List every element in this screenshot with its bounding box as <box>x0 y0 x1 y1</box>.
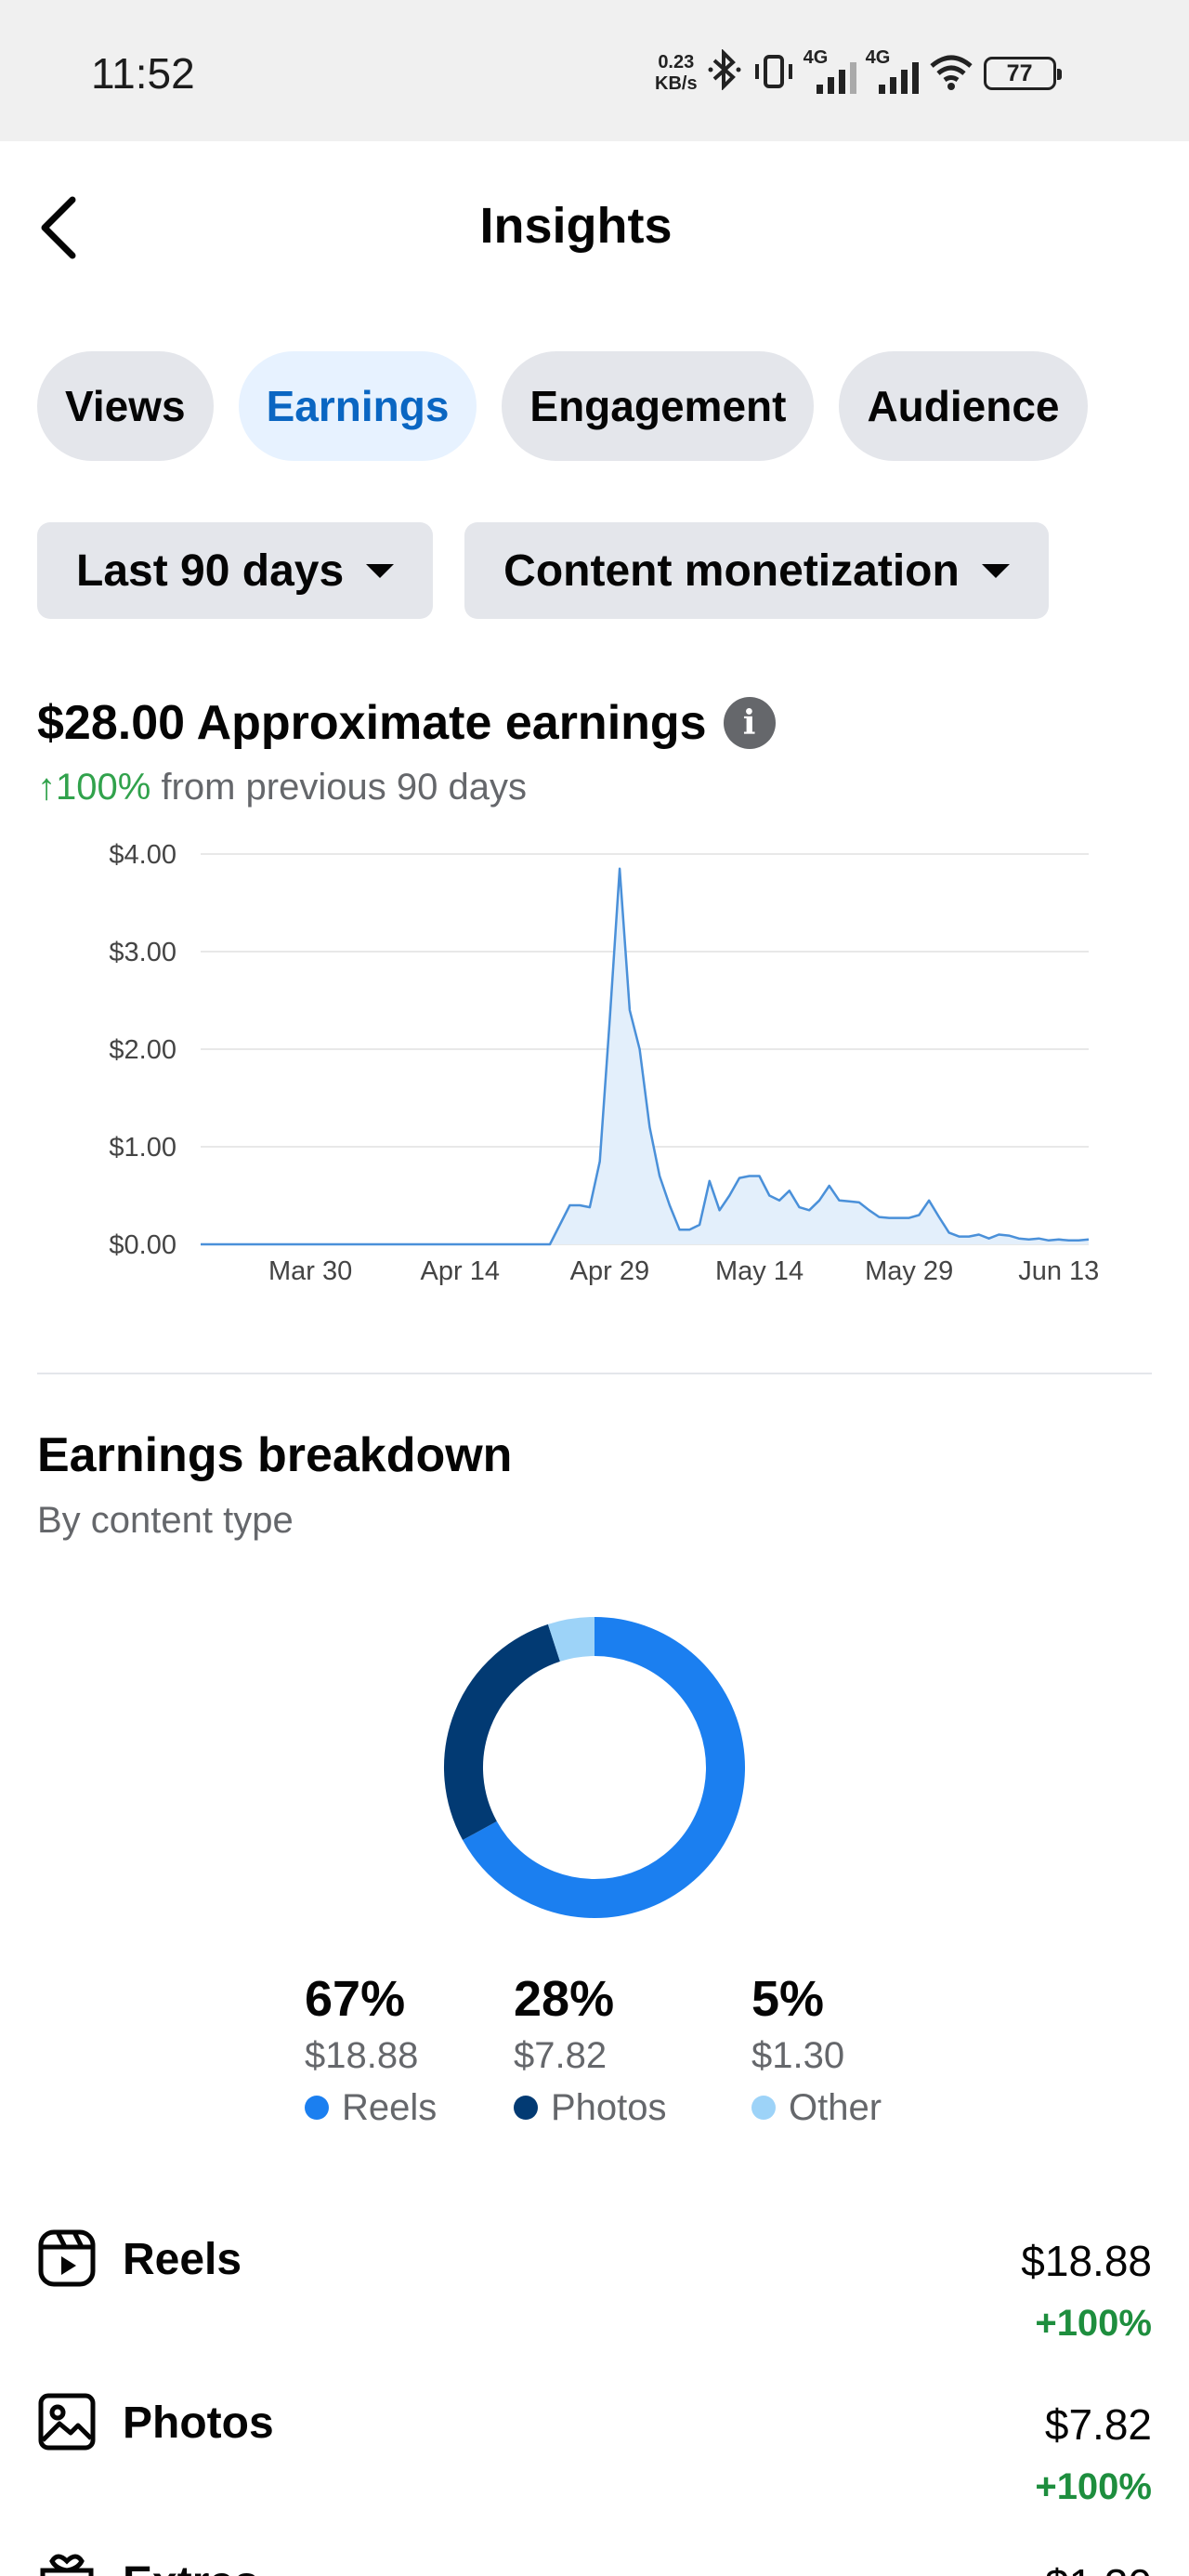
tab-views[interactable]: Views <box>37 351 214 461</box>
breakdown-title: Earnings breakdown <box>37 1428 513 1482</box>
signal-label: 4G <box>803 47 829 68</box>
legend-percent: 5% <box>751 1971 825 2027</box>
y-tick-label: $1.00 <box>109 1133 176 1163</box>
legend-amount: $7.82 <box>514 2035 608 2076</box>
row-label: Photos <box>123 2399 274 2448</box>
section-divider <box>37 1373 1152 1374</box>
earnings-line-chart: $4.00 $3.00 $2.00 $1.00 $0.00 Mar 30 Apr 14 Apr… <box>109 840 1099 1286</box>
wifi-icon <box>928 51 974 97</box>
legend-label: Other <box>789 2087 882 2128</box>
signal-label: 4G <box>865 47 891 68</box>
x-tick-label: Mar 30 <box>268 1256 352 1286</box>
legend-percent: 67% <box>305 1971 406 2027</box>
row-value: $7.82 <box>1044 2400 1152 2449</box>
status-bar: 11:52 0.23 KB/s 4G 4G 77 <box>0 0 1189 141</box>
row-label: Extras <box>123 2557 259 2576</box>
change-text: from previous 90 days <box>161 767 527 808</box>
y-tick-label: $0.00 <box>109 1230 176 1260</box>
earnings-area <box>201 868 1089 1244</box>
legend-item-other: 5% $1.30 Other <box>751 1968 974 2134</box>
x-tick-label: May 29 <box>865 1256 953 1286</box>
legend-amount: $1.30 <box>751 2035 845 2076</box>
photo-icon <box>38 2393 96 2451</box>
legend-dot <box>514 2096 538 2120</box>
earnings-row-reels[interactable]: Reels $18.88 +100% <box>37 2228 1152 2368</box>
legend-percent: 28% <box>514 1971 615 2027</box>
tab-earnings[interactable]: Earnings <box>238 351 477 461</box>
donut-slice-photos <box>444 1623 561 1841</box>
row-change: +100% <box>1035 2466 1152 2507</box>
info-icon[interactable]: i <box>723 697 776 749</box>
status-icons: 0.23 KB/s 4G 4G 77 <box>655 41 1062 106</box>
legend-dot <box>305 2096 329 2120</box>
reels-icon <box>38 2229 96 2287</box>
earnings-headline: $28.00 Approximate earnings <box>37 696 707 750</box>
filter-bar: Last 90 days Content monetization <box>37 522 1049 619</box>
network-speed-unit: KB/s <box>655 73 698 94</box>
earnings-row-photos[interactable]: Photos $7.82 +100% <box>37 2392 1152 2531</box>
x-tick-label: Jun 13 <box>1018 1256 1099 1286</box>
date-range-label: Last 90 days <box>76 545 345 596</box>
earnings-summary: $28.00 Approximate earnings i <box>37 695 776 751</box>
legend-label: Reels <box>342 2087 438 2128</box>
row-change: +100% <box>1035 2303 1152 2344</box>
content-type-label: Content monetization <box>503 545 960 596</box>
earnings-donut-chart <box>444 1617 745 1918</box>
bluetooth-icon <box>707 47 744 99</box>
earnings-row-extras[interactable]: Extras $1.30 <box>37 2552 1152 2576</box>
legend-item-reels: 67% $18.88 Reels <box>305 1968 528 2134</box>
caret-down-icon <box>366 563 395 578</box>
x-tick-label: May 14 <box>715 1256 804 1286</box>
network-speed: 0.23 KB/s <box>655 52 698 95</box>
tab-audience[interactable]: Audience <box>839 351 1088 461</box>
vibrate-icon <box>753 51 794 97</box>
signal-icon: 4G <box>804 47 856 94</box>
donut-slice-other <box>547 1617 595 1663</box>
x-tick-label: Apr 29 <box>570 1256 649 1286</box>
earnings-change: ↑100% from previous 90 days <box>37 767 527 808</box>
row-value: $1.30 <box>1045 2559 1152 2576</box>
y-tick-label: $2.00 <box>109 1035 176 1065</box>
tab-engagement[interactable]: Engagement <box>502 351 815 461</box>
date-range-dropdown[interactable]: Last 90 days <box>37 522 434 619</box>
legend-dot <box>751 2096 776 2120</box>
row-label: Reels <box>123 2235 242 2284</box>
page-title: Insights <box>479 198 673 254</box>
row-value: $18.88 <box>1021 2237 1152 2285</box>
y-tick-label: $3.00 <box>109 938 176 967</box>
status-time: 11:52 <box>91 49 195 98</box>
signal-icon: 4G <box>866 47 919 94</box>
change-value: ↑100% <box>37 767 151 808</box>
content-type-dropdown[interactable]: Content monetization <box>464 522 1049 619</box>
breakdown-subtitle: By content type <box>37 1500 294 1541</box>
network-speed-value: 0.23 <box>658 52 695 72</box>
y-tick-label: $4.00 <box>109 840 176 870</box>
legend-label: Photos <box>551 2087 667 2128</box>
caret-down-icon <box>981 563 1010 578</box>
battery-icon: 77 <box>983 57 1062 90</box>
tab-bar: Views Earnings Engagement Audience <box>37 351 1088 461</box>
legend-amount: $18.88 <box>305 2035 419 2076</box>
legend-item-photos: 28% $7.82 Photos <box>514 1968 737 2134</box>
x-tick-label: Apr 14 <box>421 1256 500 1286</box>
gift-icon <box>40 2554 94 2576</box>
